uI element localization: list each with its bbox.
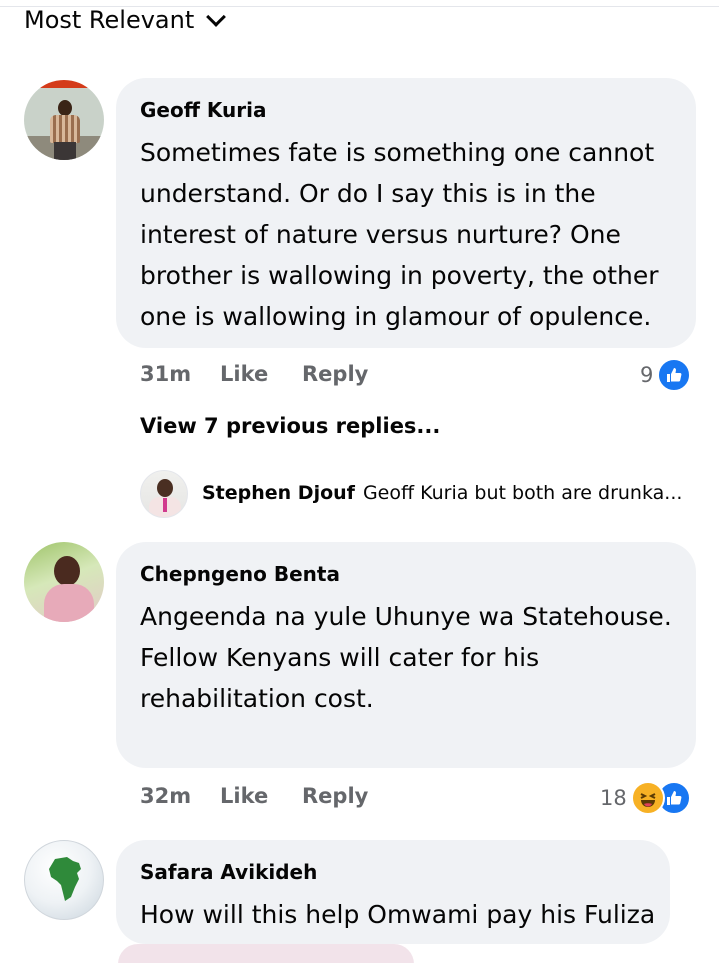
reaction-count: 9 — [640, 363, 654, 387]
reply-author[interactable]: Stephen Djouf — [202, 482, 355, 504]
like-icon — [657, 358, 692, 392]
like-button[interactable]: Like — [220, 784, 302, 808]
sort-label: Most Relevant — [24, 6, 195, 34]
comment-actions: 31m Like Reply — [140, 362, 368, 386]
reaction-count: 18 — [600, 786, 627, 810]
sort-dropdown[interactable]: Most Relevant — [24, 4, 226, 36]
comment-author[interactable]: Chepngeno Benta — [140, 562, 340, 586]
reply-preview[interactable]: Stephen Djouf Geoff Kuria but both are dr… — [202, 482, 682, 504]
comment-bubble: Safara Avikideh How will this help Omwam… — [116, 840, 670, 944]
reply-text: Geoff Kuria but both are drunka... — [362, 482, 683, 504]
chevron-down-icon — [206, 10, 226, 30]
avatar[interactable] — [24, 840, 104, 920]
reaction-summary[interactable]: 18 — [600, 781, 691, 815]
comment-text: How will this help Omwami pay his Fuliza — [140, 900, 656, 929]
comment-actions: 32m Like Reply — [140, 784, 368, 808]
reply-button[interactable]: Reply — [302, 784, 368, 808]
comment-text: Sometimes fate is something one cannot u… — [140, 138, 659, 331]
avatar[interactable] — [140, 470, 188, 518]
comment-author[interactable]: Geoff Kuria — [140, 98, 266, 122]
haha-icon — [630, 781, 665, 815]
comment-bubble: Chepngeno Benta Angeenda na yule Uhunye … — [116, 542, 696, 768]
comment-bubble: Geoff Kuria Sometimes fate is something … — [116, 78, 696, 348]
view-previous-replies-link[interactable]: View 7 previous replies... — [140, 414, 440, 438]
reply-button[interactable]: Reply — [302, 362, 368, 386]
avatar[interactable] — [24, 80, 104, 160]
africa-map-icon — [49, 857, 81, 901]
reaction-summary[interactable]: 9 — [640, 358, 692, 392]
attached-image[interactable] — [118, 944, 414, 963]
comment-text: Angeenda na yule Uhunye wa Statehouse. F… — [140, 602, 672, 713]
avatar[interactable] — [24, 542, 104, 622]
like-button[interactable]: Like — [220, 362, 302, 386]
comment-author[interactable]: Safara Avikideh — [140, 860, 317, 884]
comment-timestamp[interactable]: 32m — [140, 784, 220, 808]
comment-timestamp[interactable]: 31m — [140, 362, 220, 386]
